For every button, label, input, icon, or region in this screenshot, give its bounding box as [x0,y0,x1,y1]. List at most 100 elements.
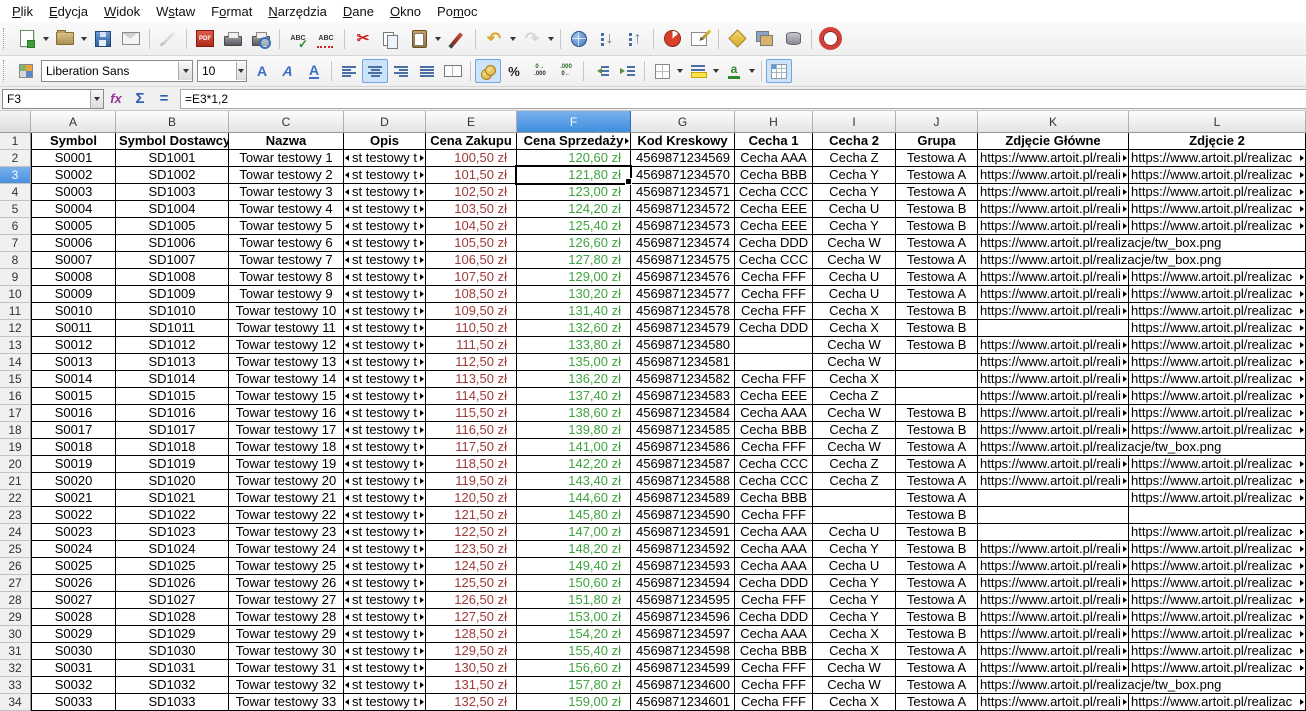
cell-grupa[interactable]: Testowa A [896,456,978,473]
cell-cena-sprzedazy[interactable]: 124,20 zł [517,201,631,218]
cell-opis[interactable]: st testowy t [344,609,426,626]
cell-cecha1[interactable]: Cecha CCC [735,473,813,490]
cell-symbol[interactable]: S0020 [31,473,116,490]
cell-grupa[interactable]: Testowa B [896,626,978,643]
cell-cecha1[interactable]: Cecha EEE [735,218,813,235]
cell-zdjecie2[interactable]: https://www.artoit.pl/realizac [1129,303,1306,320]
cell-kod-kreskowy[interactable]: 4569871234589 [631,490,735,507]
cell-zdjecie-glowne[interactable]: https://www.artoit.pl/realizacje/tw_box.… [978,252,1306,269]
row-header-2[interactable]: 2 [0,150,31,167]
background-color-dropdown[interactable] [711,59,721,83]
cell-cecha1[interactable]: Cecha FFF [735,269,813,286]
cell-kod-kreskowy[interactable]: 4569871234592 [631,541,735,558]
cell-cena-zakupu[interactable]: 131,50 zł [426,677,517,694]
cell-opis[interactable]: st testowy t [344,524,426,541]
column-header-G[interactable]: G [631,111,735,133]
cell-cena-zakupu[interactable]: 115,50 zł [426,405,517,422]
formula-input-line[interactable] [180,89,1306,109]
cell-zdjecie2[interactable]: https://www.artoit.pl/realizac [1129,575,1306,592]
cell-opis[interactable]: st testowy t [344,694,426,711]
cell-cena-sprzedazy[interactable]: 156,60 zł [517,660,631,677]
cell-zdjecie-glowne[interactable]: https://www.artoit.pl/reali [978,218,1129,235]
row-header-32[interactable]: 32 [0,660,31,677]
cell-symbol[interactable]: S0016 [31,405,116,422]
cell-nazwa[interactable]: Towar testowy 28 [229,609,344,626]
cell-symbol[interactable]: S0029 [31,626,116,643]
cell-zdjecie2[interactable]: https://www.artoit.pl/realizac [1129,218,1306,235]
cell-nazwa[interactable]: Towar testowy 15 [229,388,344,405]
cell-symbol-dostawcy[interactable]: SD1010 [116,303,229,320]
row-header-20[interactable]: 20 [0,456,31,473]
cell-symbol[interactable]: S0017 [31,422,116,439]
cell-cecha1[interactable]: Cecha AAA [735,524,813,541]
menu-format[interactable]: Format [203,2,260,21]
cell-cecha1[interactable]: Cecha FFF [735,303,813,320]
cell-cecha2[interactable]: Cecha X [813,626,896,643]
cell-kod-kreskowy[interactable]: 4569871234587 [631,456,735,473]
cell-symbol-dostawcy[interactable]: SD1020 [116,473,229,490]
cell-cecha1[interactable]: Cecha FFF [735,507,813,524]
cell-cecha1[interactable]: Cecha FFF [735,592,813,609]
cell-cena-zakupu[interactable]: 118,50 zł [426,456,517,473]
cell-kod-kreskowy[interactable]: 4569871234574 [631,235,735,252]
cell-zdjecie-glowne[interactable]: https://www.artoit.pl/reali [978,422,1129,439]
fill-handle[interactable] [625,178,632,185]
cell-symbol[interactable]: S0025 [31,558,116,575]
cell-kod-kreskowy[interactable]: 4569871234601 [631,694,735,711]
cell-cena-zakupu[interactable]: 124,50 zł [426,558,517,575]
cell-cena-zakupu[interactable]: 121,50 zł [426,507,517,524]
menu-dane[interactable]: Dane [335,2,382,21]
cell-cecha1[interactable]: Cecha FFF [735,660,813,677]
cell-cena-sprzedazy[interactable]: 145,80 zł [517,507,631,524]
cell-grupa[interactable]: Testowa A [896,660,978,677]
cell-cecha1[interactable] [735,337,813,354]
bold-button[interactable]: A [249,59,275,83]
cell-nazwa[interactable]: Towar testowy 8 [229,269,344,286]
cell-cena-sprzedazy[interactable]: 153,00 zł [517,609,631,626]
cell-cena-sprzedazy[interactable]: 135,00 zł [517,354,631,371]
row-header-18[interactable]: 18 [0,422,31,439]
cell-nazwa[interactable]: Towar testowy 17 [229,422,344,439]
cell-kod-kreskowy[interactable]: 4569871234575 [631,252,735,269]
cell-cecha1[interactable]: Cecha FFF [735,677,813,694]
cell-cena-sprzedazy[interactable]: 142,20 zł [517,456,631,473]
cell-symbol-dostawcy[interactable]: SD1019 [116,456,229,473]
cell-zdjecie2[interactable]: https://www.artoit.pl/realizac [1129,388,1306,405]
styles-button[interactable] [13,59,39,83]
cell-cecha2[interactable]: Cecha Y [813,609,896,626]
toolbar-grip[interactable] [3,28,9,50]
cell-cecha1[interactable]: Cecha EEE [735,201,813,218]
cell-cecha2[interactable]: Cecha Z [813,388,896,405]
cell-grupa[interactable]: Testowa B [896,541,978,558]
cell-zdjecie-glowne[interactable]: https://www.artoit.pl/reali [978,609,1129,626]
cell-cena-zakupu[interactable]: 110,50 zł [426,320,517,337]
header-cell-zdj-cie-g-wne[interactable]: Zdjęcie Główne [978,133,1129,150]
cell-zdjecie-glowne[interactable]: https://www.artoit.pl/realizacje/tw_box.… [978,677,1306,694]
cell-cena-sprzedazy[interactable]: 136,20 zł [517,371,631,388]
cell-symbol-dostawcy[interactable]: SD1027 [116,592,229,609]
cell-nazwa[interactable]: Towar testowy 7 [229,252,344,269]
cell-cena-zakupu[interactable]: 113,50 zł [426,371,517,388]
cell-symbol-dostawcy[interactable]: SD1033 [116,694,229,711]
cell-grupa[interactable]: Testowa B [896,524,978,541]
cell-cecha1[interactable]: Cecha CCC [735,456,813,473]
cell-opis[interactable]: st testowy t [344,473,426,490]
header-cell-grupa[interactable]: Grupa [896,133,978,150]
cell-zdjecie2[interactable]: https://www.artoit.pl/realizac [1129,490,1306,507]
cell-kod-kreskowy[interactable]: 4569871234583 [631,388,735,405]
open-button[interactable] [51,25,79,53]
cell-kod-kreskowy[interactable]: 4569871234586 [631,439,735,456]
cell-nazwa[interactable]: Towar testowy 11 [229,320,344,337]
cell-cena-zakupu[interactable]: 106,50 zł [426,252,517,269]
paste-dropdown[interactable] [433,27,443,51]
row-header-13[interactable]: 13 [0,337,31,354]
cell-opis[interactable]: st testowy t [344,150,426,167]
cell-cecha2[interactable]: Cecha W [813,677,896,694]
cell-zdjecie2[interactable]: https://www.artoit.pl/realizac [1129,541,1306,558]
cell-zdjecie-glowne[interactable]: https://www.artoit.pl/reali [978,201,1129,218]
cell-cecha2[interactable]: Cecha W [813,252,896,269]
cell-opis[interactable]: st testowy t [344,286,426,303]
cell-opis[interactable]: st testowy t [344,422,426,439]
cell-symbol-dostawcy[interactable]: SD1001 [116,150,229,167]
cell-nazwa[interactable]: Towar testowy 16 [229,405,344,422]
